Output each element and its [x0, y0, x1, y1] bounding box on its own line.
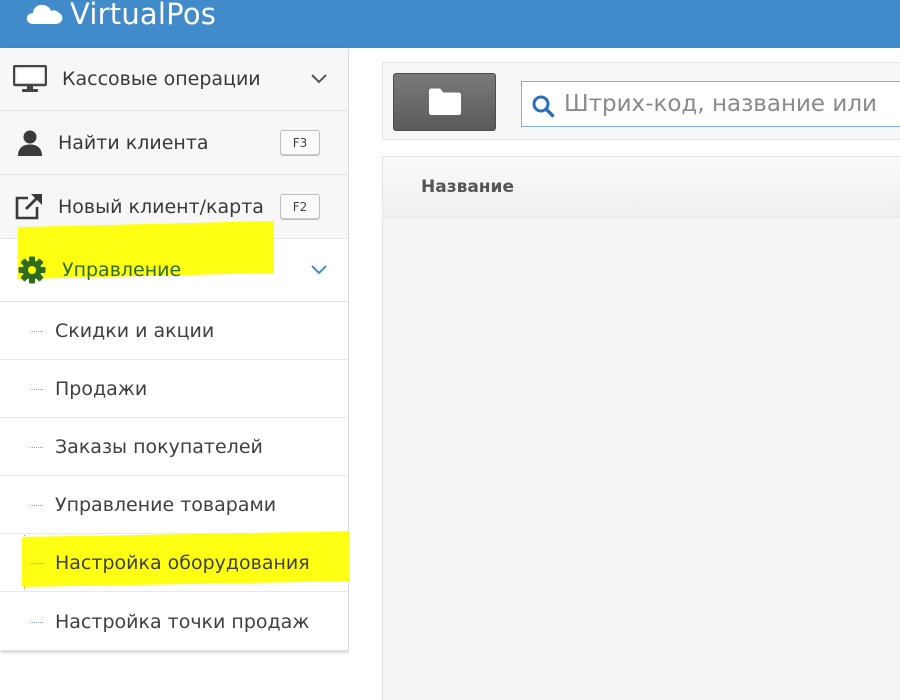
external-link-icon — [15, 193, 42, 219]
shortcut-badge: F2 — [280, 193, 320, 220]
submenu-item-sales[interactable]: Продажи — [0, 360, 348, 418]
submenu-item-label: Настройка точки продаж — [55, 610, 310, 633]
folder-icon — [428, 88, 461, 115]
sidebar-item-management[interactable]: Управление — [0, 239, 348, 302]
search-icon — [532, 95, 555, 118]
submenu-item-equipment-settings[interactable]: Настройка оборудования — [0, 534, 348, 592]
gear-icon — [18, 256, 46, 284]
column-header-name[interactable]: Название — [421, 177, 514, 197]
sidebar-item-find-client[interactable]: Найти клиента F3 — [0, 111, 348, 175]
tree-connector — [30, 562, 43, 564]
submenu-item-label: Скидки и акции — [55, 319, 215, 342]
sidebar-item-label: Новый клиент/карта — [58, 195, 264, 218]
search-input[interactable] — [564, 82, 900, 126]
tree-connector — [30, 446, 43, 448]
submenu-item-customer-orders[interactable]: Заказы покупателей — [0, 418, 348, 476]
sidebar: Кассовые операции Найти клиента F3 Новый… — [0, 48, 362, 700]
tree-connector — [30, 330, 43, 332]
folder-button[interactable] — [393, 73, 496, 131]
sidebar-item-label: Найти клиента — [58, 131, 209, 154]
sidebar-item-label: Кассовые операции — [62, 68, 261, 90]
sidebar-item-label: Управление — [62, 259, 182, 281]
products-table: Название — [382, 156, 900, 700]
tree-connector — [30, 504, 43, 506]
monitor-icon — [13, 65, 47, 92]
submenu-item-products[interactable]: Управление товарами — [0, 476, 348, 534]
cloud-icon — [26, 4, 63, 25]
submenu-item-label: Управление товарами — [55, 493, 277, 516]
submenu-item-label: Настройка оборудования — [55, 551, 310, 574]
search-box[interactable] — [521, 81, 900, 127]
main-content: Название — [349, 48, 900, 700]
chevron-down-icon[interactable] — [310, 73, 328, 85]
sidebar-item-cash-operations[interactable]: Кассовые операции — [0, 48, 348, 111]
submenu-item-label: Продажи — [55, 377, 148, 400]
submenu-item-label: Заказы покупателей — [55, 435, 263, 458]
top-bar: VirtualPos — [0, 0, 900, 48]
brand[interactable]: VirtualPos — [26, 0, 216, 34]
toolbar — [382, 62, 900, 140]
sidebar-menu: Кассовые операции Найти клиента F3 Новый… — [0, 48, 362, 651]
submenu-item-point-of-sale-settings[interactable]: Настройка точки продаж — [0, 593, 348, 651]
submenu-item-discounts[interactable]: Скидки и акции — [0, 302, 348, 360]
shortcut-badge: F3 — [280, 129, 320, 156]
table-header: Название — [383, 157, 900, 218]
app-title: VirtualPos — [70, 0, 217, 31]
user-icon — [18, 130, 42, 156]
chevron-down-icon[interactable] — [310, 264, 328, 276]
tree-connector — [30, 621, 43, 623]
tree-connector — [30, 388, 43, 390]
